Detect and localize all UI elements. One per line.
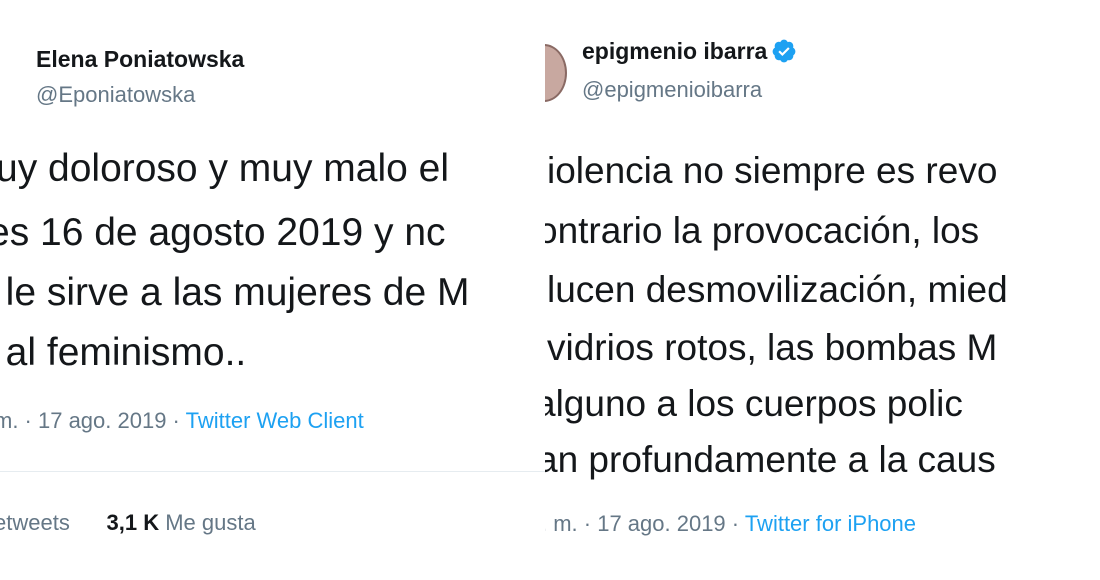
tweet-timestamp[interactable]: . m. · 17 ago. 2019 · bbox=[545, 511, 745, 536]
tweet-text-line: iolencia no siempre es revo bbox=[547, 150, 998, 191]
tweet-text-line: uy doloroso y muy malo el bbox=[0, 147, 450, 190]
tweet-meta: m. · 17 ago. 2019 · Twitter Web Client bbox=[0, 408, 364, 434]
tweet-client-link[interactable]: Twitter Web Client bbox=[186, 408, 364, 433]
left-tweet-card: Elena Poniatowska @Eponiatowska uy dolor… bbox=[0, 0, 545, 580]
likes-count[interactable]: 3,1 K bbox=[107, 510, 160, 535]
tweet-text-line: es 16 de agosto 2019 y nc bbox=[0, 211, 446, 254]
tweet-text-line: alguno a los cuerpos polic bbox=[545, 383, 963, 424]
tweet-client-link[interactable]: Twitter for iPhone bbox=[745, 511, 916, 536]
verified-badge-icon bbox=[771, 38, 797, 64]
tweet-text-line: . al feminismo.. bbox=[0, 331, 247, 374]
tweet-timestamp[interactable]: m. · 17 ago. 2019 · bbox=[0, 408, 186, 433]
retweets-label[interactable]: etweets bbox=[0, 510, 70, 535]
avatar[interactable] bbox=[545, 44, 567, 102]
user-handle[interactable]: @Eponiatowska bbox=[36, 82, 195, 108]
display-name-text[interactable]: epigmenio ibarra bbox=[582, 38, 767, 64]
likes-label[interactable]: Me gusta bbox=[165, 510, 256, 535]
tweet-meta: . m. · 17 ago. 2019 · Twitter for iPhone bbox=[545, 511, 916, 537]
display-name[interactable]: Elena Poniatowska bbox=[36, 46, 244, 73]
tweet-text-line: lucen desmovilización, mied bbox=[547, 269, 1008, 310]
tweet-text-line: . le sirve a las mujeres de M bbox=[0, 271, 470, 314]
tweet-text-line: vidrios rotos, las bombas M bbox=[547, 327, 998, 368]
user-handle[interactable]: @epigmenioibarra bbox=[582, 77, 762, 103]
tweet-stats: etweets 3,1 K Me gusta bbox=[0, 510, 256, 536]
right-tweet-card: epigmenio ibarra @epigmenioibarra iolenc… bbox=[545, 0, 1100, 580]
divider bbox=[0, 471, 545, 472]
tweet-text-line: ontrario la provocación, los bbox=[545, 210, 980, 251]
tweet-text-line: an profundamente a la caus bbox=[545, 439, 996, 480]
display-name[interactable]: epigmenio ibarra bbox=[582, 38, 797, 65]
